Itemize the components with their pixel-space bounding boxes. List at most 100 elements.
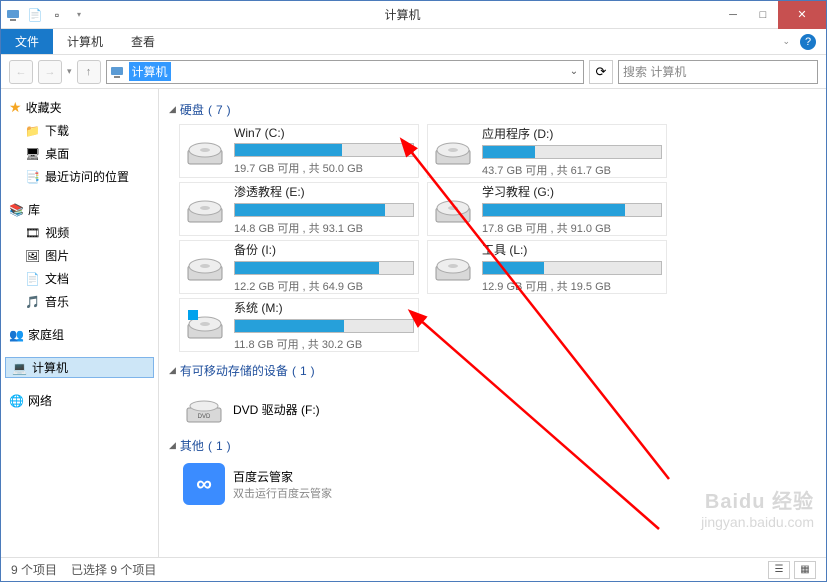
menu-file[interactable]: 文件 <box>1 29 53 54</box>
main-pane: ◢硬盘 (7) Win7 (C:) 19.7 GB 可用 , 共 50.0 GB… <box>159 89 826 557</box>
ribbon-expand-icon[interactable]: ⌄ <box>782 36 790 47</box>
drive-item[interactable]: 备份 (I:) 12.2 GB 可用 , 共 64.9 GB <box>179 240 419 294</box>
document-icon: 📄 <box>25 272 40 286</box>
drive-free-text: 17.8 GB 可用 , 共 91.0 GB <box>482 220 662 236</box>
drive-free-text: 43.7 GB 可用 , 共 61.7 GB <box>482 162 662 178</box>
folder-icon: 📁 <box>25 124 40 138</box>
drive-name: 备份 (I:) <box>234 241 414 258</box>
drive-usage-bar <box>234 143 414 157</box>
copy-icon[interactable]: 📄 <box>27 7 43 23</box>
drive-usage-bar <box>482 145 662 159</box>
sidebar-documents[interactable]: 📄文档 <box>5 268 154 289</box>
hdd-icon <box>184 130 226 172</box>
sidebar-favorites[interactable]: ★收藏夹 <box>5 97 154 118</box>
drive-name: 系统 (M:) <box>234 299 414 316</box>
address-bar[interactable]: 计算机 ⌄ <box>106 60 584 84</box>
drive-usage-bar <box>234 319 414 333</box>
back-button[interactable]: ← <box>9 60 33 84</box>
drive-free-text: 11.8 GB 可用 , 共 30.2 GB <box>234 336 414 352</box>
statusbar: 9 个项目 已选择 9 个项目 ☰ ▦ <box>1 557 826 581</box>
view-details-button[interactable]: ☰ <box>768 561 790 579</box>
address-text: 计算机 <box>129 62 171 81</box>
minimize-button[interactable]: ─ <box>718 1 748 29</box>
status-count: 9 个项目 <box>11 561 57 578</box>
baidu-icon: ∞ <box>183 463 225 505</box>
view-icons-button[interactable]: ▦ <box>794 561 816 579</box>
collapse-icon: ◢ <box>169 440 176 451</box>
music-icon: 🎵 <box>25 295 40 309</box>
help-icon[interactable]: ? <box>800 34 816 50</box>
sidebar-recent[interactable]: 📑最近访问的位置 <box>5 166 154 187</box>
properties-icon[interactable]: ▫ <box>49 7 65 23</box>
drive-item[interactable]: 学习教程 (G:) 17.8 GB 可用 , 共 91.0 GB <box>427 182 667 236</box>
sidebar-network[interactable]: 🌐网络 <box>5 390 154 411</box>
baidu-sub: 双击运行百度云管家 <box>233 485 332 501</box>
drive-name: 应用程序 (D:) <box>482 125 662 142</box>
drive-name: 工具 (L:) <box>482 241 662 258</box>
sidebar-computer[interactable]: 💻计算机 <box>5 357 154 378</box>
sidebar-pictures[interactable]: 🖼图片 <box>5 245 154 266</box>
dropdown-icon[interactable]: ▾ <box>71 7 87 23</box>
network-icon: 🌐 <box>9 394 24 408</box>
drive-name: Win7 (C:) <box>234 126 414 140</box>
hdd-icon <box>432 246 474 288</box>
sidebar-homegroup[interactable]: 👥家庭组 <box>5 324 154 345</box>
titlebar: 📄 ▫ ▾ 计算机 ─ □ ✕ <box>1 1 826 29</box>
library-icon: 📚 <box>9 203 24 217</box>
drive-free-text: 12.9 GB 可用 , 共 19.5 GB <box>482 278 662 294</box>
window-title: 计算机 <box>87 6 718 23</box>
drive-usage-bar <box>234 261 414 275</box>
dvd-drive[interactable]: DVD DVD 驱动器 (F:) <box>179 385 816 433</box>
history-dropdown-icon[interactable]: ▾ <box>67 66 72 77</box>
sidebar-downloads[interactable]: 📁下载 <box>5 120 154 141</box>
drive-name: 渗透教程 (E:) <box>234 183 414 200</box>
baidu-label: 百度云管家 <box>233 468 332 485</box>
section-other[interactable]: ◢其他 (1) <box>169 437 816 454</box>
maximize-button[interactable]: □ <box>748 1 778 29</box>
computer-icon: 💻 <box>12 361 27 375</box>
dvd-icon: DVD <box>183 388 225 430</box>
video-icon: 🎞 <box>25 226 40 240</box>
drive-usage-bar <box>234 203 414 217</box>
picture-icon: 🖼 <box>25 249 40 263</box>
drive-item[interactable]: 工具 (L:) 12.9 GB 可用 , 共 19.5 GB <box>427 240 667 294</box>
status-selected: 已选择 9 个项目 <box>71 561 156 578</box>
desktop-icon: 🖥 <box>25 147 40 161</box>
drive-free-text: 19.7 GB 可用 , 共 50.0 GB <box>234 160 414 176</box>
search-placeholder: 搜索 计算机 <box>623 63 686 80</box>
sidebar-videos[interactable]: 🎞视频 <box>5 222 154 243</box>
menubar: 文件 计算机 查看 ⌄ ? <box>1 29 826 55</box>
dvd-label: DVD 驱动器 (F:) <box>233 401 320 418</box>
homegroup-icon: 👥 <box>9 328 24 342</box>
drive-item[interactable]: Win7 (C:) 19.7 GB 可用 , 共 50.0 GB <box>179 124 419 178</box>
close-button[interactable]: ✕ <box>778 1 826 29</box>
system-icon <box>5 7 21 23</box>
drive-item[interactable]: 应用程序 (D:) 43.7 GB 可用 , 共 61.7 GB <box>427 124 667 178</box>
sidebar-music[interactable]: 🎵音乐 <box>5 291 154 312</box>
hdd-icon <box>432 188 474 230</box>
drive-item[interactable]: 渗透教程 (E:) 14.8 GB 可用 , 共 93.1 GB <box>179 182 419 236</box>
menu-computer[interactable]: 计算机 <box>53 29 117 54</box>
sidebar-libraries[interactable]: 📚库 <box>5 199 154 220</box>
svg-text:DVD: DVD <box>198 414 211 420</box>
refresh-button[interactable]: ⟳ <box>589 60 613 84</box>
recent-icon: 📑 <box>25 170 40 184</box>
navbar: ← → ▾ ↑ 计算机 ⌄ ⟳ 搜索 计算机 <box>1 55 826 89</box>
drive-free-text: 12.2 GB 可用 , 共 64.9 GB <box>234 278 414 294</box>
up-button[interactable]: ↑ <box>77 60 101 84</box>
forward-button[interactable]: → <box>38 60 62 84</box>
address-dropdown-icon[interactable]: ⌄ <box>565 66 583 77</box>
section-hdd[interactable]: ◢硬盘 (7) <box>169 101 816 118</box>
drive-usage-bar <box>482 261 662 275</box>
sidebar-desktop[interactable]: 🖥桌面 <box>5 143 154 164</box>
sidebar: ★收藏夹 📁下载 🖥桌面 📑最近访问的位置 📚库 🎞视频 🖼图片 📄文档 🎵音乐… <box>1 89 159 557</box>
section-removable[interactable]: ◢有可移动存储的设备 (1) <box>169 362 816 379</box>
hdd-icon <box>184 246 226 288</box>
star-icon: ★ <box>9 99 22 116</box>
drive-item[interactable]: 系统 (M:) 11.8 GB 可用 , 共 30.2 GB <box>179 298 419 352</box>
collapse-icon: ◢ <box>169 104 176 115</box>
menu-view[interactable]: 查看 <box>117 29 169 54</box>
search-input[interactable]: 搜索 计算机 <box>618 60 818 84</box>
drive-usage-bar <box>482 203 662 217</box>
drive-free-text: 14.8 GB 可用 , 共 93.1 GB <box>234 220 414 236</box>
